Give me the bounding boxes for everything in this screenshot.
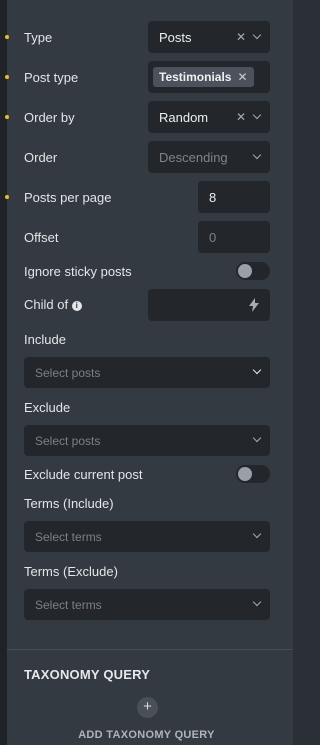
order-label: Order xyxy=(24,150,58,165)
section-divider xyxy=(7,649,293,650)
offset-placeholder: 0 xyxy=(209,230,217,245)
post-type-select[interactable]: Testimonials ✕ xyxy=(148,61,270,93)
include-placeholder: Select posts xyxy=(35,366,101,380)
taxonomy-query-title: TAXONOMY QUERY xyxy=(24,667,151,682)
offset-input[interactable]: 0 xyxy=(198,221,270,253)
info-icon[interactable]: i xyxy=(71,301,82,311)
toggle-knob xyxy=(238,264,252,278)
exclude-label: Exclude xyxy=(24,400,71,415)
chevron-down-icon xyxy=(252,30,262,40)
type-label: Type xyxy=(24,30,53,45)
terms-exclude-label: Terms (Exclude) xyxy=(24,564,118,579)
close-icon[interactable]: ✕ xyxy=(236,31,246,43)
exclude-placeholder: Select posts xyxy=(35,434,101,448)
close-icon[interactable]: ✕ xyxy=(236,111,246,123)
child-of-text: Child of xyxy=(24,297,69,312)
terms-include-label: Terms (Include) xyxy=(24,496,114,511)
chevron-down-icon xyxy=(252,365,262,375)
chevron-down-icon xyxy=(252,110,262,120)
ignore-sticky-label: Ignore sticky posts xyxy=(24,264,132,279)
exclude-current-toggle[interactable] xyxy=(236,465,270,483)
post-type-tag: Testimonials ✕ xyxy=(153,67,254,87)
include-label: Include xyxy=(24,332,66,347)
child-of-label: Child of i xyxy=(24,297,82,312)
order-placeholder: Descending xyxy=(159,150,228,165)
ignore-sticky-toggle[interactable] xyxy=(236,262,270,280)
order-by-value: Random xyxy=(159,110,209,125)
include-select[interactable]: Select posts xyxy=(24,357,270,388)
post-type-tag-label: Testimonials xyxy=(159,70,232,84)
left-edge xyxy=(0,0,7,745)
order-select[interactable]: Descending xyxy=(148,141,270,173)
child-of-input[interactable] xyxy=(148,289,270,321)
chevron-down-icon xyxy=(252,597,262,607)
modified-indicator xyxy=(5,115,9,119)
bolt-icon[interactable] xyxy=(249,298,259,312)
posts-per-page-input[interactable]: 8 xyxy=(198,181,270,213)
type-value: Posts xyxy=(159,30,192,45)
posts-per-page-label: Posts per page xyxy=(24,190,112,205)
remove-tag-icon[interactable]: ✕ xyxy=(237,70,247,84)
terms-include-select[interactable]: Select terms xyxy=(24,521,270,552)
order-by-select[interactable]: Random ✕ xyxy=(148,101,270,133)
offset-label: Offset xyxy=(24,230,59,245)
toggle-knob xyxy=(238,467,252,481)
terms-exclude-select[interactable]: Select terms xyxy=(24,589,270,620)
order-by-label: Order by xyxy=(24,110,75,125)
exclude-current-label: Exclude current post xyxy=(24,467,143,482)
modified-indicator xyxy=(5,35,9,39)
add-taxonomy-query-button[interactable]: ADD TAXONOMY QUERY xyxy=(0,729,293,741)
posts-per-page-value: 8 xyxy=(209,190,217,205)
modified-indicator xyxy=(5,75,9,79)
terms-include-placeholder: Select terms xyxy=(35,530,102,544)
terms-exclude-placeholder: Select terms xyxy=(35,598,102,612)
post-type-label: Post type xyxy=(24,70,79,85)
type-select[interactable]: Posts ✕ xyxy=(148,21,270,53)
plus-icon[interactable]: + xyxy=(137,697,158,718)
chevron-down-icon xyxy=(252,529,262,539)
chevron-down-icon xyxy=(252,150,262,160)
chevron-down-icon xyxy=(252,433,262,443)
modified-indicator xyxy=(5,195,9,199)
exclude-select[interactable]: Select posts xyxy=(24,425,270,456)
